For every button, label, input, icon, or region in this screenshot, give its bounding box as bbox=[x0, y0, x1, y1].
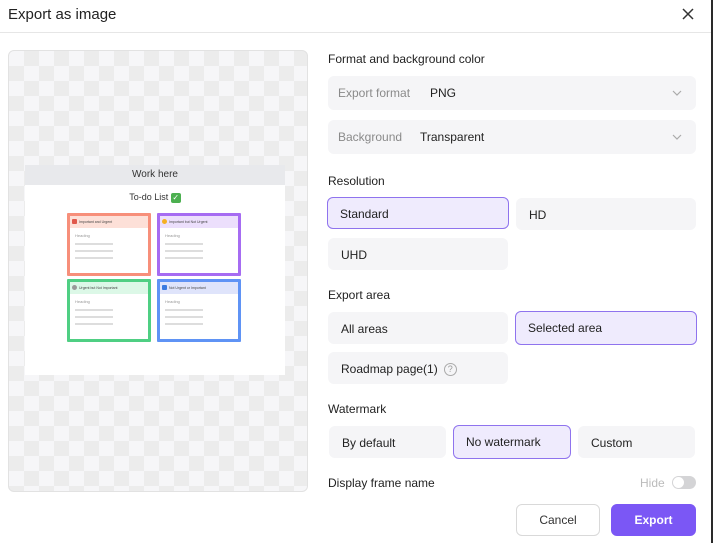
export-format-value: PNG bbox=[430, 86, 457, 100]
close-icon bbox=[682, 8, 694, 20]
dialog-header: Export as image bbox=[0, 0, 711, 33]
export-button[interactable]: Export bbox=[611, 504, 696, 536]
preview-frame: Work here To-do List ✓ Important and Urg… bbox=[25, 165, 285, 375]
background-label: Background bbox=[338, 130, 403, 144]
quadrant-important-urgent: Important and Urgent Heading bbox=[67, 213, 151, 276]
watermark-none[interactable]: No watermark bbox=[453, 425, 571, 459]
check-emoji-icon: ✓ bbox=[170, 192, 181, 203]
quadrant-heading: Heading bbox=[165, 299, 180, 304]
quadrant-label: Not Urgent or Important bbox=[169, 286, 206, 290]
quadrant-header: Not Urgent or Important bbox=[160, 282, 238, 294]
watermark-label: Watermark bbox=[328, 402, 387, 416]
board-title-text: To-do List bbox=[129, 192, 169, 202]
export-image-dialog: Export as image Work here To-do List ✓ I… bbox=[0, 0, 713, 543]
quadrant-label: Important and Urgent bbox=[79, 220, 113, 224]
star-icon bbox=[162, 219, 167, 224]
hide-label: Hide bbox=[640, 476, 665, 490]
person-icon bbox=[72, 219, 77, 224]
resolution-label: Resolution bbox=[328, 174, 385, 188]
quadrant-not-urgent-not-important: Not Urgent or Important Heading bbox=[157, 279, 241, 342]
door-icon bbox=[162, 285, 167, 290]
resolution-standard[interactable]: Standard bbox=[327, 197, 509, 229]
close-button[interactable] bbox=[679, 5, 697, 23]
quadrant-urgent-not-important: Urgent but Not Important Heading bbox=[67, 279, 151, 342]
frame-name: Work here bbox=[25, 165, 285, 185]
export-format-label: Export format bbox=[338, 86, 411, 100]
watermark-custom[interactable]: Custom bbox=[578, 426, 695, 458]
roadmap-page-label: Roadmap page(1) bbox=[341, 362, 438, 376]
export-area-all[interactable]: All areas bbox=[328, 312, 508, 344]
export-area-label: Export area bbox=[328, 288, 391, 302]
chevron-down-icon bbox=[672, 90, 682, 96]
quadrant-header: Urgent but Not Important bbox=[70, 282, 148, 294]
quadrant-important-not-urgent: Important but Not Urgent Heading bbox=[157, 213, 241, 276]
help-icon[interactable]: ? bbox=[443, 363, 457, 377]
quadrant-header: Important and Urgent bbox=[70, 216, 148, 228]
display-frame-name-label: Display frame name bbox=[328, 476, 435, 490]
quadrant-body: Heading bbox=[162, 230, 236, 262]
quadrant-header: Important but Not Urgent bbox=[160, 216, 238, 228]
quadrant-body: Heading bbox=[72, 230, 146, 262]
frame-name-toggle[interactable] bbox=[672, 476, 696, 489]
quadrant-label: Important but Not Urgent bbox=[169, 220, 208, 224]
export-format-select[interactable]: Export format PNG bbox=[328, 76, 696, 110]
quadrant-body: Heading bbox=[162, 296, 236, 328]
cancel-button[interactable]: Cancel bbox=[516, 504, 600, 536]
background-select[interactable]: Background Transparent bbox=[328, 120, 696, 154]
export-area-selected[interactable]: Selected area bbox=[515, 311, 697, 345]
format-section-label: Format and background color bbox=[328, 52, 485, 66]
quadrant-body: Heading bbox=[72, 296, 146, 328]
preview-panel: Work here To-do List ✓ Important and Urg… bbox=[8, 50, 308, 492]
resolution-hd[interactable]: HD bbox=[516, 198, 696, 230]
background-value: Transparent bbox=[420, 130, 485, 144]
resolution-uhd[interactable]: UHD bbox=[328, 238, 508, 270]
chevron-down-icon bbox=[672, 134, 682, 140]
clock-icon bbox=[72, 285, 77, 290]
dialog-title: Export as image bbox=[8, 6, 117, 23]
quadrant-heading: Heading bbox=[75, 299, 90, 304]
board-title: To-do List ✓ bbox=[25, 192, 285, 203]
quadrant-heading: Heading bbox=[75, 233, 90, 238]
quadrant-label: Urgent but Not Important bbox=[79, 286, 118, 290]
export-area-roadmap-page[interactable]: Roadmap page(1)? bbox=[328, 352, 508, 384]
toggle-knob bbox=[673, 477, 684, 488]
watermark-by-default[interactable]: By default bbox=[329, 426, 446, 458]
quadrant-heading: Heading bbox=[165, 233, 180, 238]
